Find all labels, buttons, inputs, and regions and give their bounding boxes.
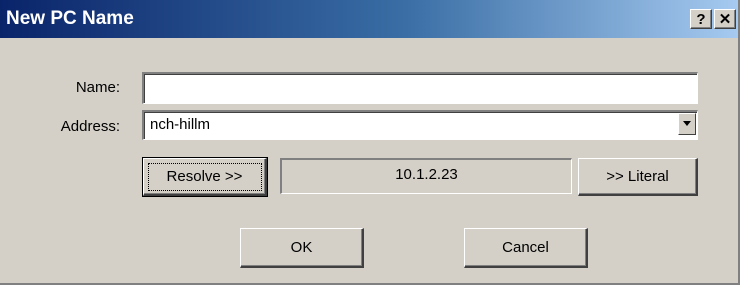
name-label: Name: <box>75 79 120 96</box>
address-value: nch-hillm <box>150 116 211 133</box>
address-dropdown-button[interactable] <box>678 113 696 135</box>
new-pc-name-dialog: New PC Name ? ✕ Name: Address: nch-hillm… <box>0 0 740 285</box>
address-label: Address: <box>60 118 120 135</box>
title-bar[interactable]: New PC Name ? ✕ <box>0 0 738 38</box>
cancel-button[interactable]: Cancel <box>464 228 588 268</box>
resolve-button[interactable]: Resolve >> <box>142 157 268 197</box>
name-input[interactable] <box>142 72 698 104</box>
dialog-title: New PC Name <box>6 8 134 29</box>
resolved-ip-display: 10.1.2.23 <box>280 158 572 194</box>
ok-button[interactable]: OK <box>240 228 364 268</box>
close-button[interactable]: ✕ <box>714 9 736 29</box>
literal-button[interactable]: >> Literal <box>578 158 698 196</box>
help-button[interactable]: ? <box>690 9 712 29</box>
address-combobox[interactable]: nch-hillm <box>142 110 698 140</box>
chevron-down-icon <box>683 121 691 126</box>
